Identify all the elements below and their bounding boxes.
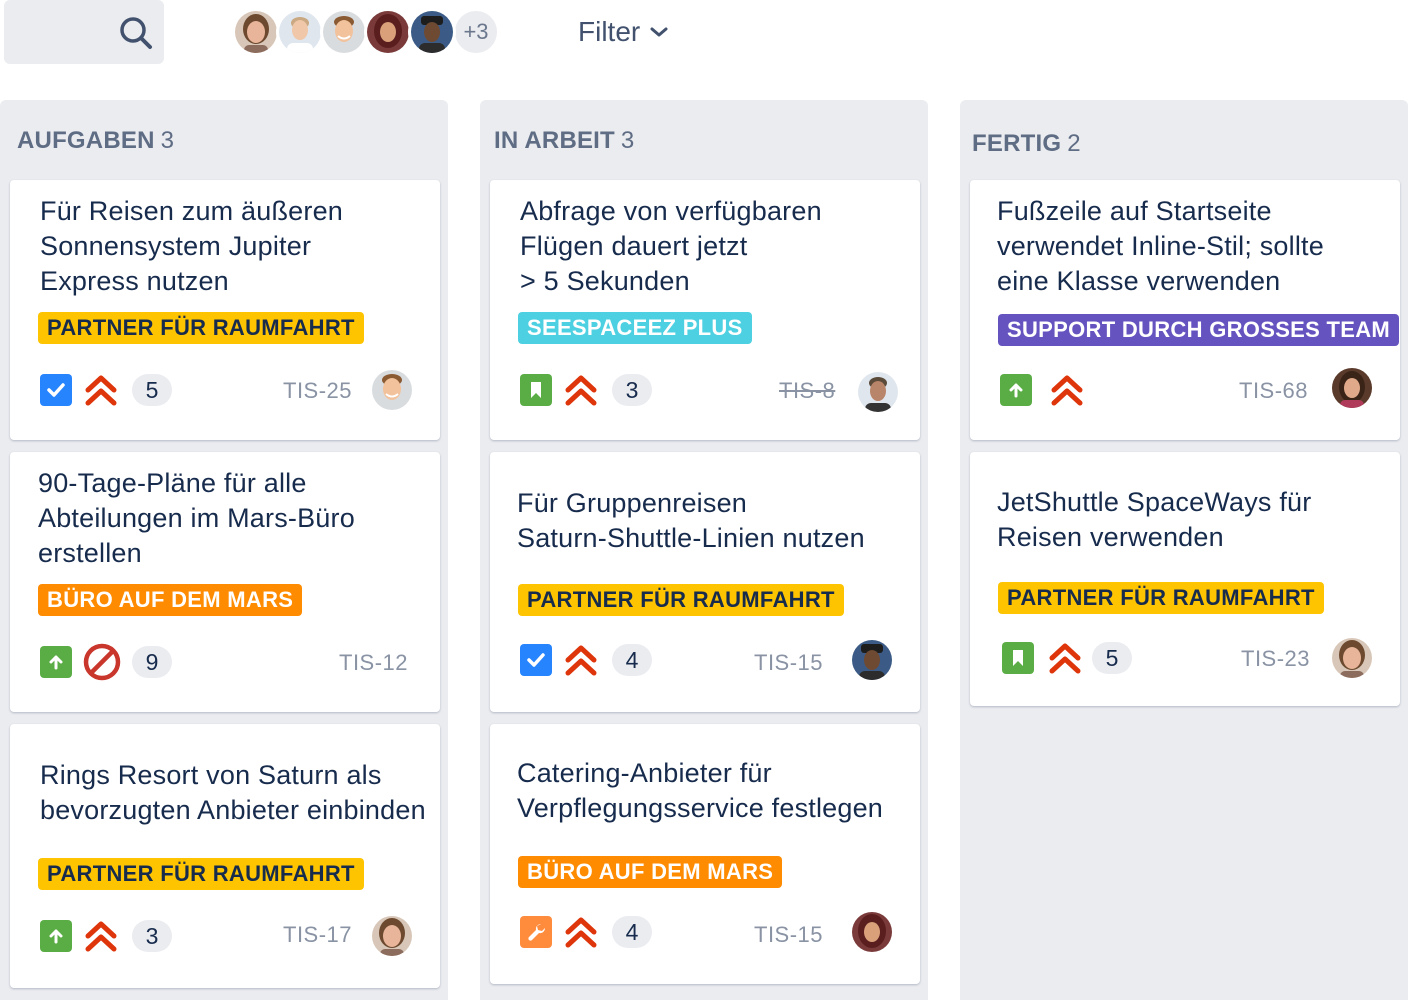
card-title: Für Reisen zum äußeren Sonnensystem Jupi…: [40, 196, 344, 296]
check-icon: [527, 653, 545, 667]
improvement-type-icon: [40, 646, 72, 678]
avatar[interactable]: [320, 8, 368, 56]
issue-key[interactable]: TIS-23: [1241, 646, 1310, 672]
issue-card[interactable]: JetShuttle SpaceWays für Reisen verwende…: [970, 452, 1400, 706]
priority-highest-icon: [565, 375, 597, 406]
bug-type-icon: [520, 916, 552, 948]
epic-label: BÜRO AUF DEM MARS: [518, 856, 783, 888]
issue-card[interactable]: Abfrage von verfügbaren Flügen dauert je…: [490, 180, 920, 440]
story-type-icon: [520, 374, 552, 406]
bookmark-icon: [1013, 650, 1023, 666]
story-type-icon: [1002, 642, 1034, 674]
improvement-type-icon: [1000, 374, 1032, 406]
priority-highest-icon: [85, 921, 117, 952]
filter-label: Filter: [578, 16, 641, 47]
issue-card[interactable]: Für Gruppenreisen Saturn-Shuttle-Linien …: [490, 452, 920, 712]
issue-key-done[interactable]: TIS-8: [779, 378, 835, 404]
bookmark-icon: [531, 382, 541, 398]
story-points-badge: 5: [132, 374, 172, 406]
avatar[interactable]: [276, 8, 324, 56]
assignee-avatar[interactable]: [372, 916, 412, 956]
card-title: Catering-Anbieter für Verpflegungsservic…: [517, 758, 884, 823]
column-count: 3: [160, 127, 175, 154]
issue-card[interactable]: 90-Tage-Pläne für alle Abteilungen im Ma…: [10, 452, 440, 712]
column-header: AUFGABEN 3: [17, 127, 174, 155]
column-fertig: FERTIG 2 Fußzeile auf Startseite verwende…: [960, 100, 1408, 1000]
avatar-group: +3: [232, 8, 500, 56]
column-in-arbeit: IN ARBEIT 3 Abfrage von verfügbaren Flüge…: [480, 100, 928, 1000]
task-type-icon: [40, 374, 72, 406]
assignee-avatar[interactable]: [852, 640, 892, 680]
issue-key[interactable]: TIS-15: [754, 650, 823, 676]
arrow-up-icon: [1009, 383, 1023, 398]
card-title: Fußzeile auf Startseite verwendet Inline…: [997, 196, 1324, 296]
blocked-icon: [83, 643, 121, 681]
story-points-badge: 5: [1092, 642, 1132, 674]
issue-card[interactable]: Fußzeile auf Startseite verwendet Inline…: [970, 180, 1400, 440]
priority-highest-icon: [85, 375, 117, 406]
column-header: IN ARBEIT 3: [494, 127, 634, 155]
search-box[interactable]: [4, 0, 164, 64]
priority-highest-icon: [565, 917, 597, 948]
issue-key[interactable]: TIS-25: [283, 378, 352, 404]
arrow-up-icon: [49, 929, 63, 944]
epic-label: PARTNER FÜR RAUMFAHRT: [38, 858, 364, 890]
epic-label: PARTNER FÜR RAUMFAHRT: [998, 582, 1324, 614]
avatar[interactable]: [408, 8, 456, 56]
story-points-badge: 9: [132, 646, 172, 678]
assignee-avatar[interactable]: [372, 370, 412, 410]
more-assignees-button[interactable]: +3: [452, 8, 500, 56]
column-title: FERTIG: [972, 130, 1062, 157]
search-icon[interactable]: [116, 13, 156, 53]
issue-card[interactable]: Für Reisen zum äußeren Sonnensystem Jupi…: [10, 180, 440, 440]
story-points-badge: 4: [612, 644, 652, 676]
assignee-avatar[interactable]: [858, 372, 898, 412]
assignee-avatar[interactable]: [852, 912, 892, 952]
story-points-badge: 3: [612, 374, 652, 406]
issue-card[interactable]: Rings Resort von Saturn als bevorzugten …: [10, 724, 440, 988]
card-title: Rings Resort von Saturn als bevorzugten …: [40, 760, 426, 825]
issue-key[interactable]: TIS-15: [754, 922, 823, 948]
check-icon: [47, 383, 65, 397]
issue-key[interactable]: TIS-17: [283, 922, 352, 948]
card-title: 90-Tage-Pläne für alle Abteilungen im Ma…: [38, 468, 355, 568]
issue-key[interactable]: TIS-68: [1239, 378, 1308, 404]
priority-highest-icon: [565, 645, 597, 676]
priority-highest-icon: [1049, 643, 1081, 674]
avatar[interactable]: [232, 8, 280, 56]
issue-card[interactable]: Catering-Anbieter für Verpflegungsservic…: [490, 724, 920, 984]
column-title: AUFGABEN: [17, 127, 155, 154]
wrench-icon: [528, 923, 546, 941]
assignee-avatar[interactable]: [1332, 638, 1372, 678]
card-title: Abfrage von verfügbaren Flügen dauert je…: [520, 196, 822, 296]
epic-label: SUPPORT DURCH GROSSES TEAM: [998, 314, 1400, 346]
chevron-down-icon: [650, 27, 668, 37]
story-points-badge: 4: [612, 916, 652, 948]
task-type-icon: [520, 644, 552, 676]
column-header: FERTIG 2: [972, 130, 1081, 158]
epic-label: SEESPACEEZ PLUS: [518, 312, 752, 344]
priority-highest-icon: [1051, 375, 1083, 406]
arrow-up-icon: [49, 655, 63, 670]
column-aufgaben: AUFGABEN 3 Für Reisen zum äußeren Sonnens…: [0, 100, 448, 1000]
column-count: 2: [1067, 130, 1081, 157]
assignee-avatar[interactable]: [1332, 368, 1372, 408]
column-count: 3: [620, 127, 635, 154]
card-title: JetShuttle SpaceWays für Reisen verwende…: [997, 487, 1312, 552]
epic-label: PARTNER FÜR RAUMFAHRT: [38, 312, 364, 344]
epic-label: BÜRO AUF DEM MARS: [38, 584, 303, 616]
avatar[interactable]: [364, 8, 412, 56]
column-title: IN ARBEIT: [494, 127, 615, 154]
issue-key[interactable]: TIS-12: [339, 650, 408, 676]
story-points-badge: 3: [132, 920, 172, 952]
card-title: Für Gruppenreisen Saturn-Shuttle-Linien …: [517, 488, 865, 553]
epic-label: PARTNER FÜR RAUMFAHRT: [518, 584, 844, 616]
improvement-type-icon: [40, 920, 72, 952]
filter-dropdown[interactable]: Filter: [578, 14, 670, 50]
